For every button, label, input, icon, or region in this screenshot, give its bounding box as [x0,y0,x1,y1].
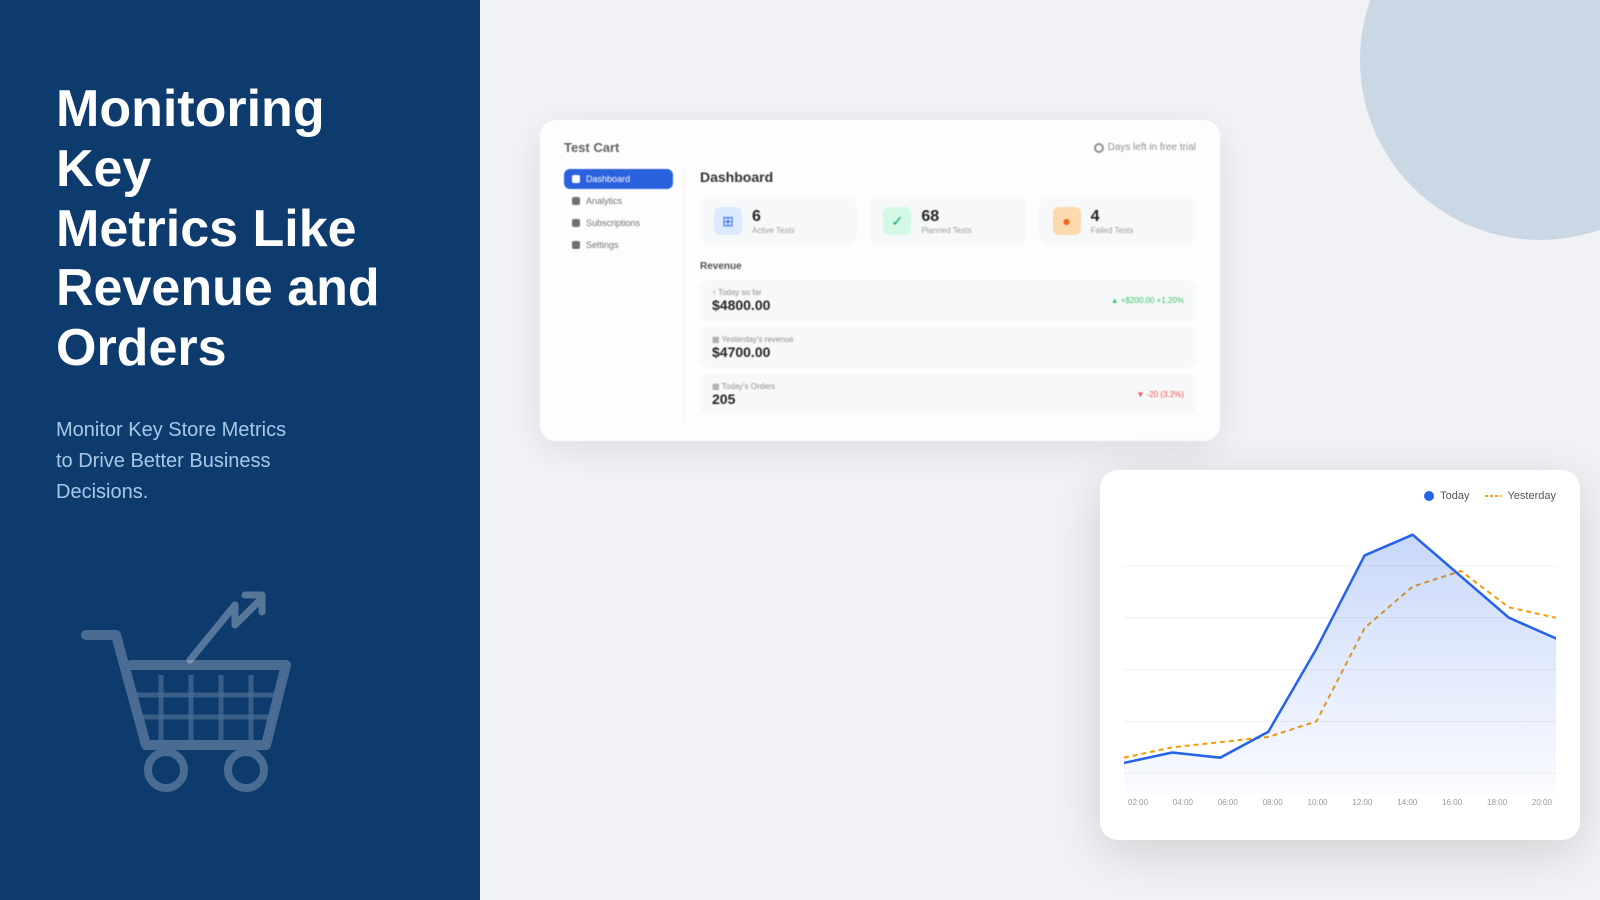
right-panel: Test Cart Days left in free trial Dashbo… [480,0,1600,900]
sidebar-item-settings[interactable]: Settings [564,235,673,255]
stat-card-active: ⊞ 6 Active Tests [700,197,857,245]
sidebar-item-analytics[interactable]: Analytics [564,191,673,211]
sidebar-item-dashboard[interactable]: Dashboard [564,169,673,189]
revenue-yesterday: ▦ Yesterday's revenue $4700.00 [700,327,1196,368]
x-label-1800: 18:00 [1487,798,1507,807]
legend-today-dot [1424,491,1434,501]
stats-row: ⊞ 6 Active Tests ✓ 68 Planned Tests [700,197,1196,245]
failed-tests-label: Failed Tests [1091,226,1134,235]
x-label-0800: 08:00 [1263,798,1283,807]
planned-tests-icon: ✓ [883,207,911,235]
planned-tests-label: Planned Tests [921,226,971,235]
trial-badge: Days left in free trial [1094,142,1196,153]
x-axis-labels: 02:00 04:00 06:00 08:00 10:00 12:00 14:0… [1124,798,1556,807]
dashboard-sidebar: Dashboard Analytics Subscriptions Settin… [564,169,684,421]
orders-badge: ▼ -20 (3.2%) [1137,390,1185,399]
x-label-1400: 14:00 [1397,798,1417,807]
left-panel: Monitoring Key Metrics Like Revenue and … [0,0,480,900]
dashboard-main: Dashboard ⊞ 6 Active Tests ✓ 68 [700,169,1196,421]
x-label-1200: 12:00 [1352,798,1372,807]
deco-circle [1360,0,1600,240]
legend-today: Today [1424,490,1469,502]
x-label-1600: 16:00 [1442,798,1462,807]
chart-card: Today Yesterday [1100,470,1580,840]
x-label-0400: 04:00 [1173,798,1193,807]
x-label-1000: 10:00 [1308,798,1328,807]
revenue-title: Revenue [700,261,1196,272]
chart-legend: Today Yesterday [1124,490,1556,502]
legend-yesterday-icon [1485,491,1501,501]
revenue-section: Revenue ↑ Today so far $4800.00 ▲ +$200.… [700,261,1196,415]
stat-card-planned: ✓ 68 Planned Tests [869,197,1026,245]
x-label-0200: 02:00 [1128,798,1148,807]
sidebar-item-subscriptions[interactable]: Subscriptions [564,213,673,233]
dashboard-card: Test Cart Days left in free trial Dashbo… [540,120,1220,441]
dashboard-section-title: Dashboard [700,169,1196,185]
planned-tests-value: 68 [921,208,971,226]
chart-area [1124,514,1556,794]
x-label-2000: 20:00 [1532,798,1552,807]
dashboard-inner: Dashboard Analytics Subscriptions Settin… [564,169,1196,421]
revenue-today: ↑ Today so far $4800.00 ▲ +$200.00 +1.20… [700,280,1196,321]
card-header: Test Cart Days left in free trial [564,140,1196,155]
stat-card-failed: ● 4 Failed Tests [1039,197,1196,245]
failed-tests-icon: ● [1053,207,1081,235]
main-heading: Monitoring Key Metrics Like Revenue and … [56,80,424,379]
revenue-orders: ▦ Today's Orders 205 ▼ -20 (3.2%) [700,374,1196,415]
active-tests-value: 6 [752,208,795,226]
legend-yesterday: Yesterday [1485,490,1556,502]
main-subtext: Monitor Key Store Metrics to Drive Bette… [56,415,424,508]
revenue-today-badge: ▲ +$200.00 +1.20% [1111,296,1184,305]
trend-arrow-icon [180,585,270,680]
active-tests-icon: ⊞ [714,207,742,235]
failed-tests-value: 4 [1091,208,1134,226]
active-tests-label: Active Tests [752,226,795,235]
x-label-0600: 06:00 [1218,798,1238,807]
card-title: Test Cart [564,140,619,155]
